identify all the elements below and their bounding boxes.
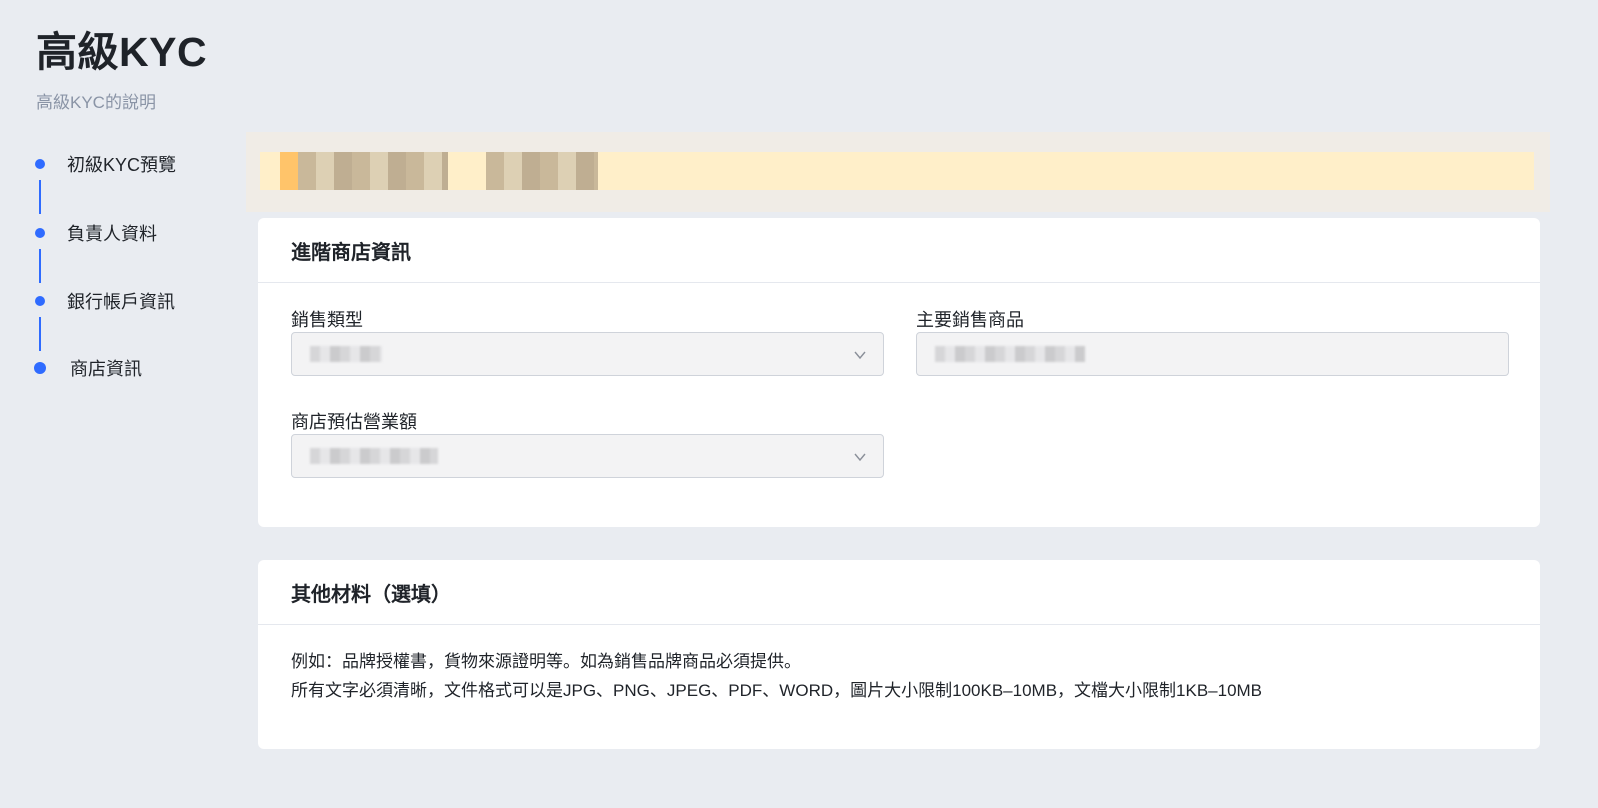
other-materials-example: 例如：品牌授權書，貨物來源證明等。如為銷售品牌商品必須提供。: [291, 652, 801, 671]
step-basic-kyc-preview[interactable]: 初級KYC預覽: [30, 151, 176, 177]
sales-type-select[interactable]: [291, 332, 884, 376]
estimated-revenue-select[interactable]: [291, 434, 884, 478]
page-title: 高級KYC: [36, 29, 208, 75]
file-requirements: 所有文字必須清晰，文件格式可以是JPG、PNG、JPEG、PDF、WORD，圖片…: [291, 681, 1263, 700]
step-label: 初級KYC預覽: [67, 155, 177, 175]
step-dot-icon: [35, 159, 45, 169]
notice-text-redacted: [298, 152, 448, 190]
notice-banner: [246, 132, 1550, 212]
step-dot-icon: [35, 228, 45, 238]
estimated-revenue-value: [310, 448, 438, 464]
main-products-value: [935, 346, 1085, 362]
step-label: 銀行帳戶資訊: [67, 292, 175, 312]
main-products-input[interactable]: [916, 332, 1509, 376]
store-info-card: 進階商店資訊 銷售類型 主要銷售商品 商店預估營業額: [258, 218, 1540, 527]
notice-text-redacted: [486, 152, 598, 190]
notice-strip: [260, 152, 1534, 190]
other-materials-card: 其他材料（選填） 例如：品牌授權書，貨物來源證明等。如為銷售品牌商品必須提供。 …: [258, 560, 1540, 749]
page-subtitle: 高級KYC的說明: [36, 93, 156, 112]
step-connector: [39, 180, 41, 214]
step-connector: [39, 317, 41, 351]
step-responsible-person[interactable]: 負責人資料: [30, 220, 157, 246]
sales-type-label: 銷售類型: [291, 310, 363, 330]
chevron-down-icon: [854, 453, 866, 462]
estimated-revenue-label: 商店預估營業額: [291, 412, 417, 432]
card-title: 進階商店資訊: [258, 218, 1540, 283]
step-connector: [39, 249, 41, 283]
notice-marker: [280, 152, 298, 190]
step-label: 商店資訊: [70, 359, 142, 379]
chevron-down-icon: [854, 351, 866, 360]
step-label: 負責人資料: [67, 224, 157, 244]
main-products-label: 主要銷售商品: [916, 310, 1024, 330]
card-title: 其他材料（選填）: [258, 560, 1540, 625]
step-bank-account[interactable]: 銀行帳戶資訊: [30, 288, 175, 314]
step-dot-icon: [34, 362, 46, 374]
step-dot-icon: [35, 296, 45, 306]
step-store-info[interactable]: 商店資訊: [30, 355, 142, 381]
sales-type-value: [310, 346, 382, 362]
